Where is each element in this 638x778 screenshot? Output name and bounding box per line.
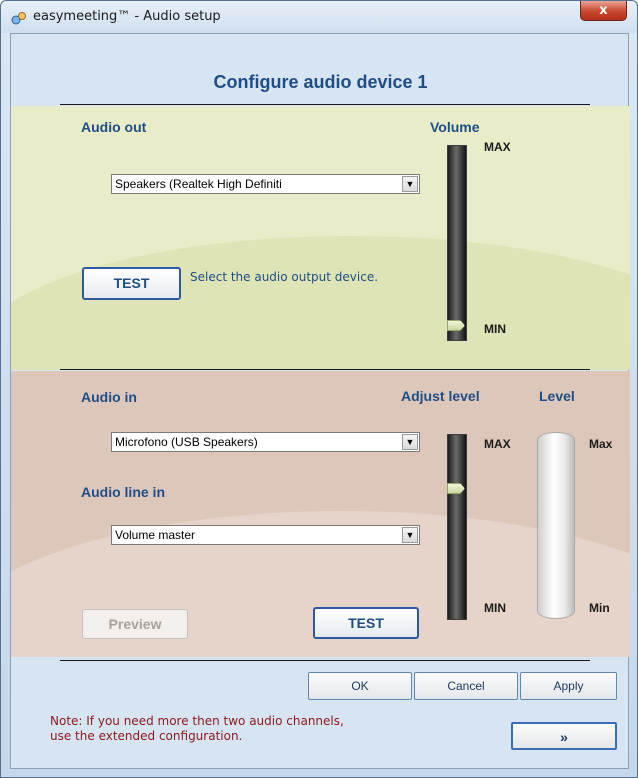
volume-min-label: MIN — [484, 322, 506, 336]
audio-in-device-select[interactable]: Microfono (USB Speakers) ▼ — [111, 432, 420, 452]
audio-out-panel — [11, 106, 630, 370]
audio-out-device-value: Speakers (Realtek High Definiti — [115, 177, 282, 191]
divider-middle — [60, 369, 590, 370]
audio-out-test-button[interactable]: TEST — [82, 267, 181, 300]
audio-line-in-select[interactable]: Volume master ▼ — [111, 525, 420, 545]
preview-button[interactable]: Preview — [82, 609, 188, 639]
chevron-down-icon[interactable]: ▼ — [402, 176, 418, 192]
audio-out-label: Audio out — [81, 119, 147, 135]
adjust-level-slider-track[interactable] — [447, 434, 467, 620]
ok-button[interactable]: OK — [308, 672, 412, 700]
chevron-down-icon[interactable]: ▼ — [402, 434, 418, 450]
audio-in-label: Audio in — [81, 389, 137, 405]
close-icon[interactable]: x — [580, 1, 627, 21]
apply-button[interactable]: Apply — [520, 672, 617, 700]
adjust-min-label: MIN — [484, 601, 506, 615]
panel-background-wave — [11, 236, 630, 370]
audio-in-test-button[interactable]: TEST — [313, 607, 419, 639]
note-text-line1: Note: If you need more then two audio ch… — [50, 714, 344, 728]
input-level-meter — [537, 432, 575, 619]
extended-config-button[interactable]: » — [511, 722, 617, 750]
cancel-button[interactable]: Cancel — [414, 672, 518, 700]
divider-top — [60, 104, 590, 105]
level-max-label: Max — [589, 437, 613, 451]
chevron-down-icon[interactable]: ▼ — [402, 527, 418, 543]
audio-out-hint: Select the audio output device. — [190, 270, 379, 284]
page-title: Configure audio device 1 — [213, 72, 428, 92]
audio-line-in-label: Audio line in — [81, 484, 165, 500]
audio-line-in-value: Volume master — [115, 528, 196, 542]
easymeeting-app-icon — [11, 12, 26, 25]
adjust-level-label: Adjust level — [401, 388, 480, 404]
adjust-max-label: MAX — [484, 437, 511, 451]
volume-max-label: MAX — [484, 140, 511, 154]
window-title: easymeeting™ - Audio setup — [33, 9, 221, 24]
volume-slider-track[interactable] — [447, 145, 467, 341]
divider-bottom — [60, 660, 590, 661]
volume-label: Volume — [430, 119, 480, 135]
note-text-line2: use the extended configuration. — [50, 729, 243, 743]
level-min-label: Min — [589, 601, 610, 615]
audio-in-device-value: Microfono (USB Speakers) — [115, 435, 258, 449]
title-bar[interactable]: easymeeting™ - Audio setup x — [1, 1, 637, 33]
level-label: Level — [539, 388, 575, 404]
audio-setup-window: easymeeting™ - Audio setup x Configure a… — [0, 0, 638, 778]
dialog-client-area: Configure audio device 1 Audio out Volum… — [10, 33, 630, 769]
audio-out-device-select[interactable]: Speakers (Realtek High Definiti ▼ — [111, 174, 420, 194]
